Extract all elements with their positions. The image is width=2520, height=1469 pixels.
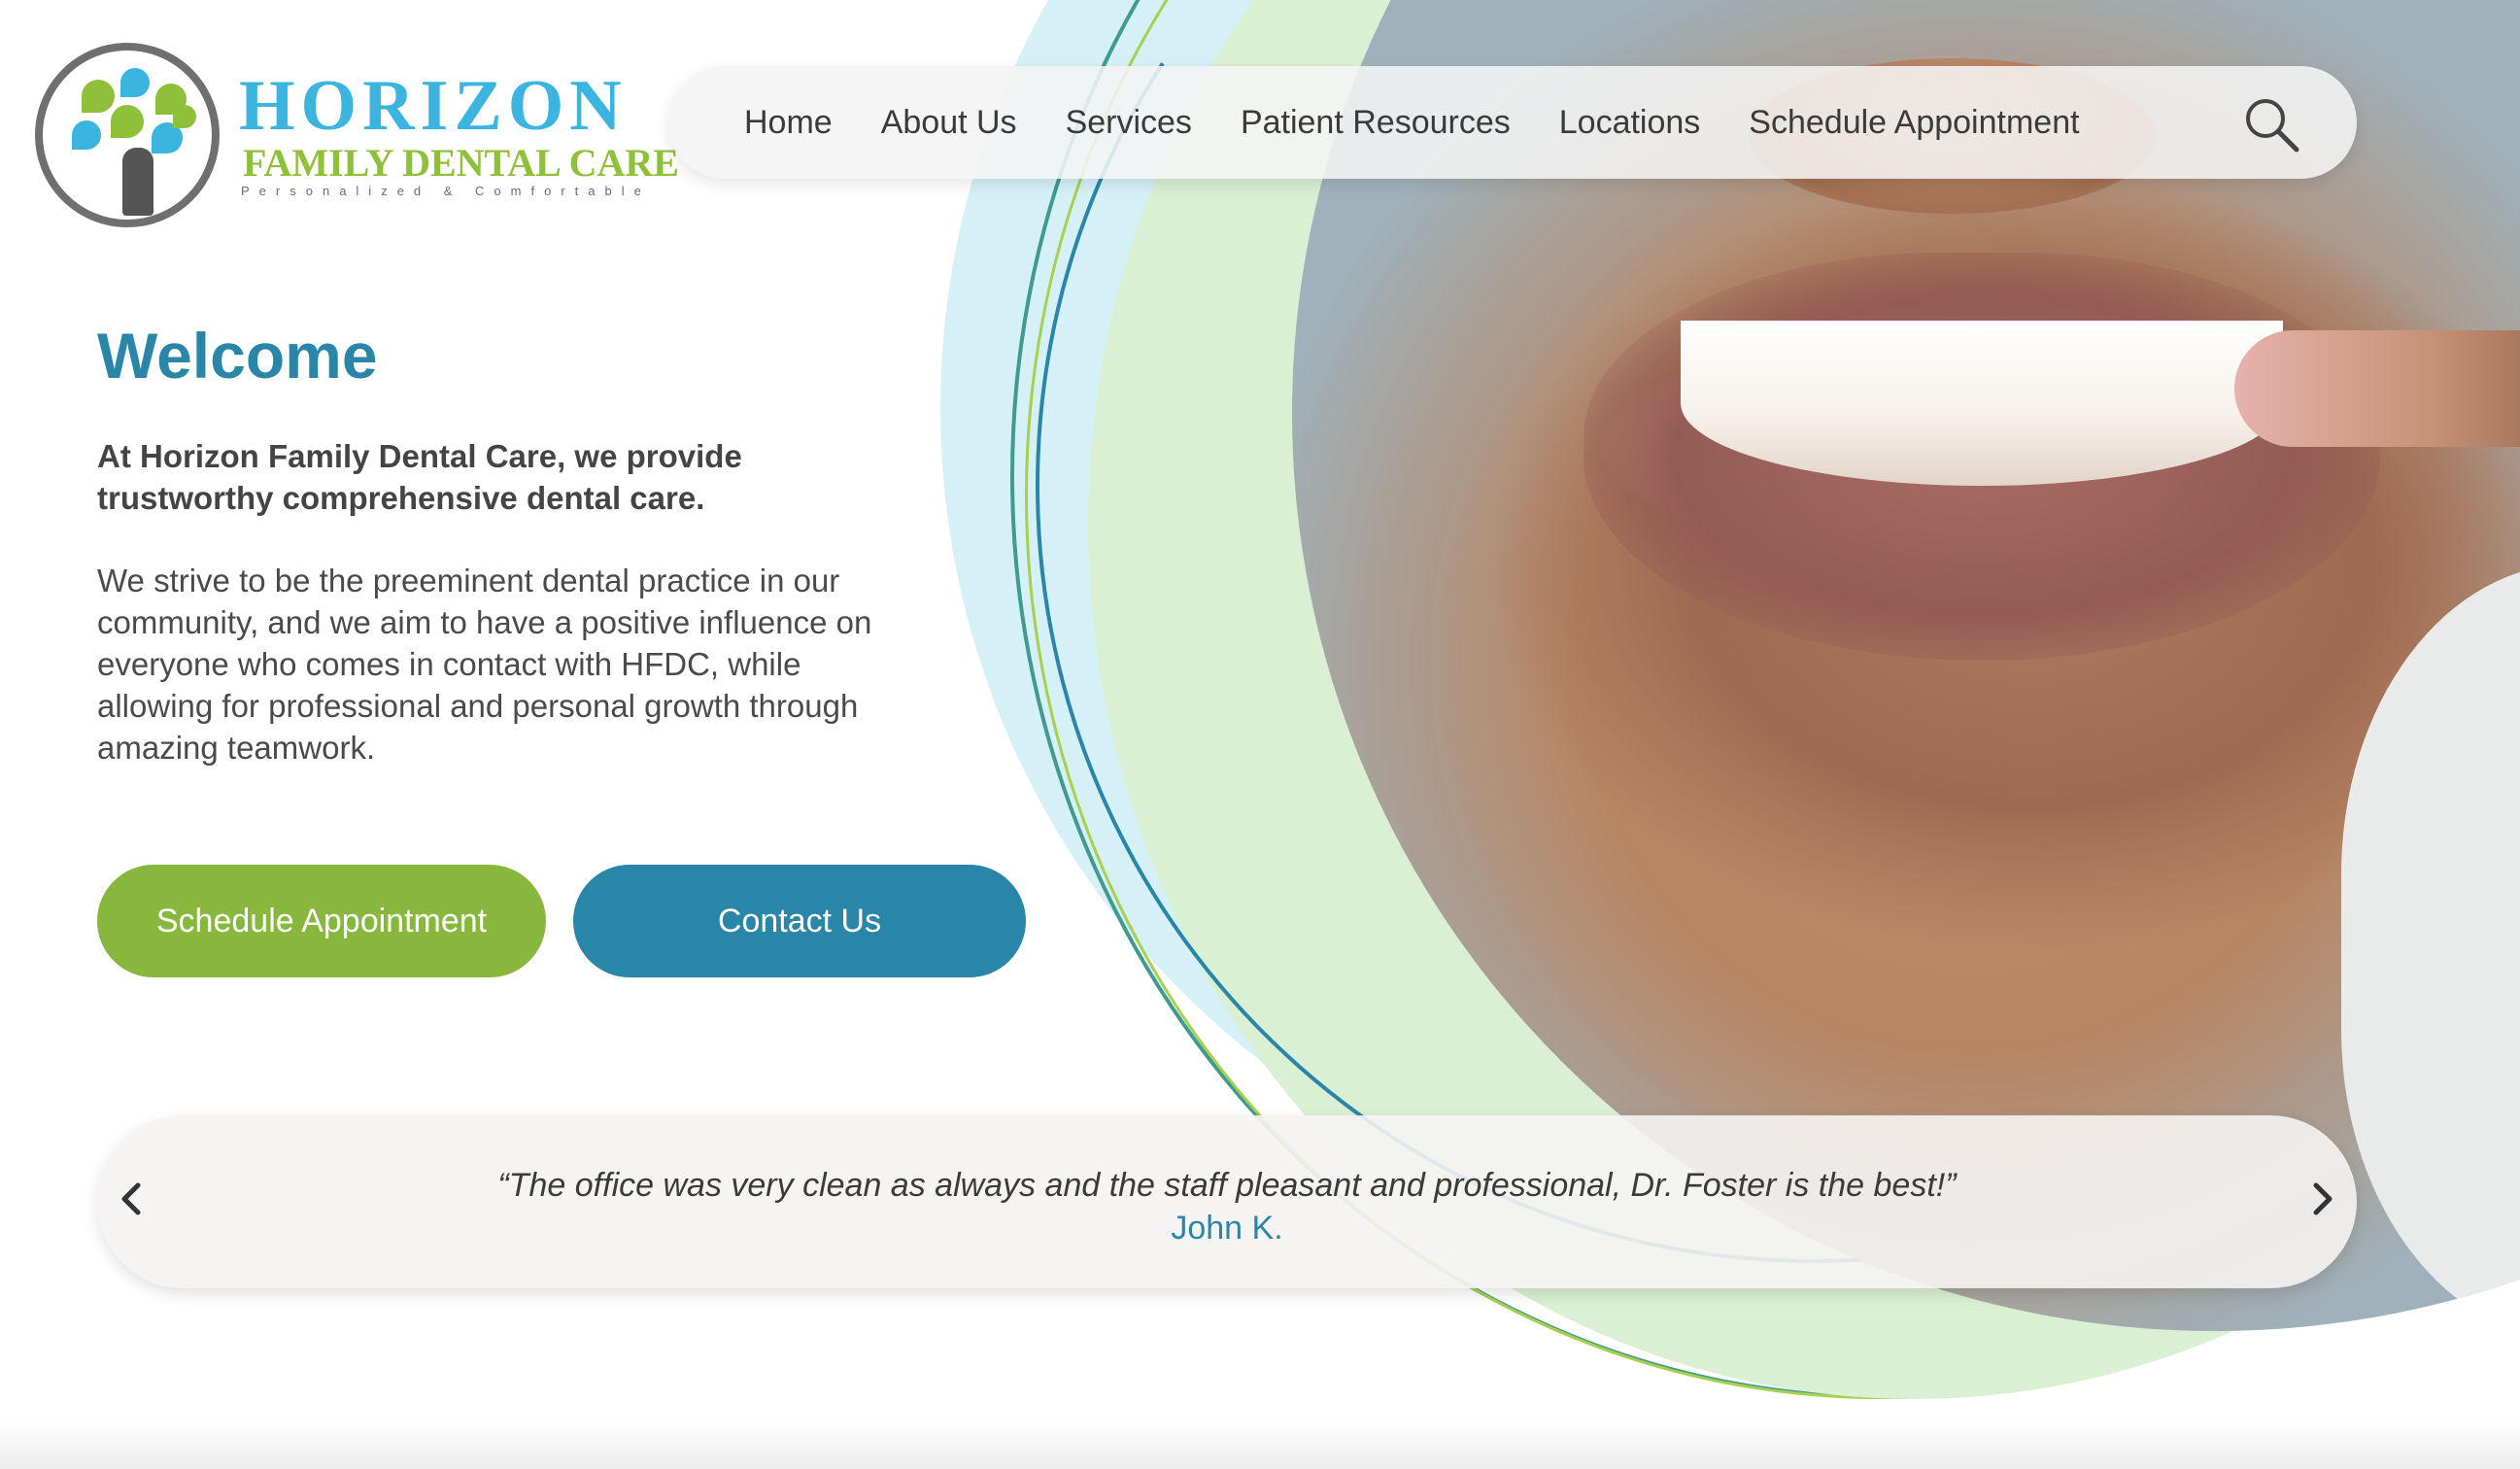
schedule-appointment-label: Schedule Appointment	[155, 902, 488, 939]
leaf-icon	[82, 80, 115, 113]
site-logo[interactable]: HORIZON FAMILY DENTAL CARE Personalized …	[35, 43, 679, 247]
tree-trunk-icon	[122, 148, 153, 216]
nav-item-locations[interactable]: Locations	[1559, 104, 1701, 142]
hero-lead: At Horizon Family Dental Care, we provid…	[97, 438, 742, 516]
main-nav: Home About Us Services Patient Resources…	[668, 66, 2357, 179]
logo-subtitle: FAMILY DENTAL CARE	[243, 141, 679, 185]
hero-body: We strive to be the preeminent dental pr…	[97, 563, 872, 766]
logo-name: HORIZON	[239, 66, 628, 146]
testimonial-quote: “The office was very clean as always and…	[497, 1167, 1957, 1204]
page-title: Welcome	[97, 320, 378, 392]
testimonial-carousel: “The office was very clean as always and…	[97, 1115, 2357, 1288]
logo-tagline: Personalized & Comfortable	[241, 184, 651, 198]
leaf-icon	[120, 68, 150, 97]
contact-us-button[interactable]: Contact Us	[573, 865, 1026, 977]
page: HORIZON FAMILY DENTAL CARE Personalized …	[0, 0, 2520, 1469]
leaf-icon	[111, 105, 144, 138]
search-icon[interactable]	[2240, 93, 2302, 155]
nav-item-home[interactable]: Home	[744, 104, 833, 142]
nav-item-services[interactable]: Services	[1066, 104, 1192, 142]
photo-shirt	[2341, 564, 2520, 1331]
nav-list: Home About Us Services Patient Resources…	[744, 99, 2128, 146]
nav-item-schedule-appointment[interactable]: Schedule Appointment	[1749, 104, 2079, 142]
leaf-icon	[173, 105, 196, 128]
nav-item-patient-resources[interactable]: Patient Resources	[1241, 104, 1511, 142]
photo-teeth	[1681, 321, 2283, 486]
logo-tree-emblem	[35, 43, 220, 227]
contact-us-label: Contact Us	[717, 902, 882, 939]
chevron-right-icon[interactable]	[2293, 1170, 2351, 1228]
leaf-icon	[72, 120, 101, 150]
photo-finger	[2234, 330, 2520, 447]
nav-item-about-us[interactable]: About Us	[881, 104, 1017, 142]
schedule-appointment-button[interactable]: Schedule Appointment	[97, 865, 546, 977]
page-bottom-shadow	[0, 1418, 2520, 1469]
testimonial-author: John K.	[1171, 1210, 1283, 1247]
